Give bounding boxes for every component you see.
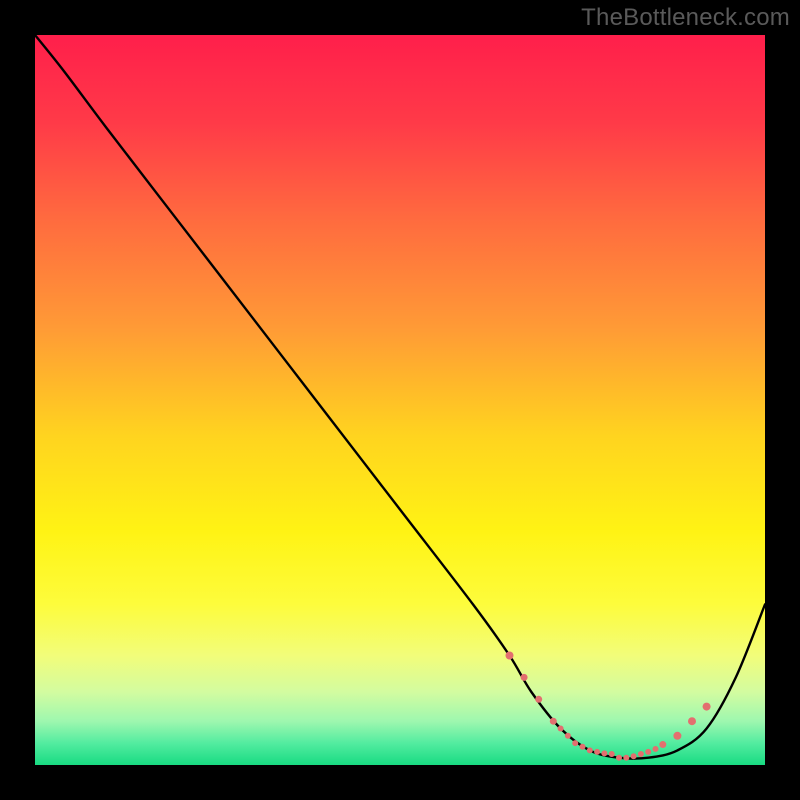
valley-dot	[673, 732, 681, 740]
chart-frame: TheBottleneck.com	[0, 0, 800, 800]
valley-dot	[703, 703, 711, 711]
plot-area	[35, 35, 765, 765]
valley-dot	[550, 718, 557, 725]
valley-dot	[506, 652, 514, 660]
valley-markers	[506, 652, 711, 761]
valley-dot	[587, 747, 593, 753]
valley-dot	[535, 696, 542, 703]
valley-dot	[631, 753, 637, 759]
valley-dot	[616, 755, 622, 761]
valley-dot	[565, 733, 571, 739]
valley-dot	[623, 755, 629, 761]
valley-dot	[653, 746, 659, 752]
watermark-text: TheBottleneck.com	[581, 4, 790, 32]
valley-dot	[572, 740, 578, 746]
valley-dot	[645, 749, 651, 755]
valley-dot	[601, 750, 607, 756]
valley-dot	[580, 744, 586, 750]
curve-layer	[35, 35, 765, 765]
valley-dot	[638, 751, 644, 757]
valley-dot	[558, 726, 564, 732]
bottleneck-curve	[35, 35, 765, 759]
valley-dot	[594, 749, 600, 755]
valley-dot	[688, 717, 696, 725]
valley-dot	[659, 741, 666, 748]
valley-dot	[521, 674, 528, 681]
valley-dot	[609, 751, 615, 757]
